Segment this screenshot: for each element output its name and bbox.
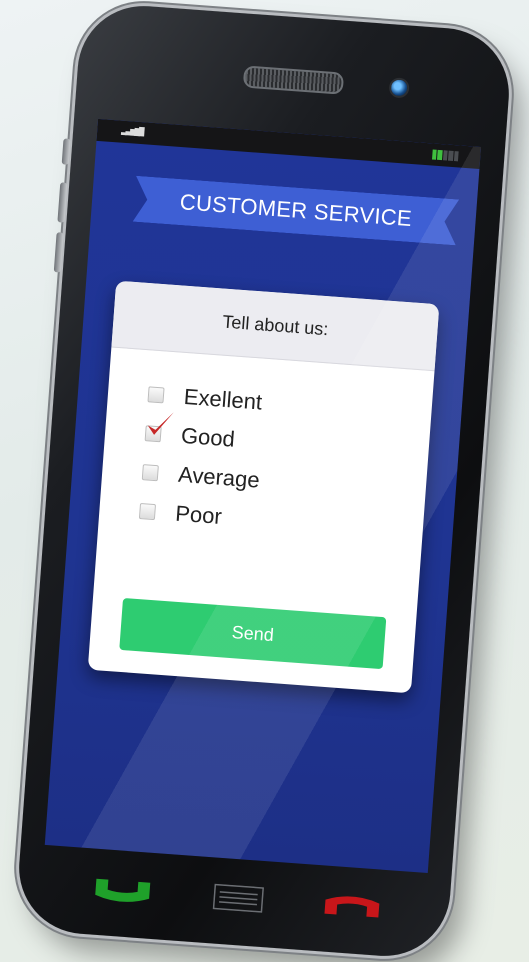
hardware-buttons	[16, 865, 450, 937]
rating-options: Exellent Good Average Poor	[98, 347, 434, 550]
silent-switch	[61, 138, 71, 165]
phone-device: ▂▃▅▆▇ CUSTOMER SERVICE Tell about us: Ex…	[14, 1, 514, 961]
checkbox-average[interactable]	[141, 463, 159, 481]
battery-icon	[432, 149, 459, 162]
volume-up-button[interactable]	[57, 182, 68, 223]
checkbox-good[interactable]	[144, 411, 174, 442]
send-button[interactable]: Send	[119, 597, 387, 670]
survey-card: Tell about us: Exellent Good Average Poo…	[87, 280, 440, 694]
checkbox-excellent[interactable]	[147, 385, 165, 403]
phone-screen: ▂▃▅▆▇ CUSTOMER SERVICE Tell about us: Ex…	[44, 118, 482, 874]
volume-down-button[interactable]	[53, 232, 64, 273]
signal-icon: ▂▃▅▆▇	[120, 125, 144, 138]
checkmark-icon	[147, 411, 174, 435]
option-label: Average	[177, 461, 261, 493]
menu-icon[interactable]	[212, 883, 264, 913]
option-label: Good	[180, 422, 236, 452]
option-label: Poor	[174, 500, 223, 529]
front-camera	[388, 77, 410, 99]
call-icon[interactable]	[93, 871, 153, 907]
option-label: Exellent	[183, 383, 264, 415]
speaker-grille	[242, 65, 345, 95]
send-label: Send	[231, 621, 275, 645]
status-bar: ▂▃▅▆▇	[96, 118, 482, 169]
checkbox-poor[interactable]	[138, 502, 157, 520]
survey-question: Tell about us:	[221, 311, 330, 339]
title-ribbon: CUSTOMER SERVICE	[133, 176, 459, 246]
end-call-icon[interactable]	[322, 888, 382, 924]
page-title: CUSTOMER SERVICE	[179, 189, 413, 232]
